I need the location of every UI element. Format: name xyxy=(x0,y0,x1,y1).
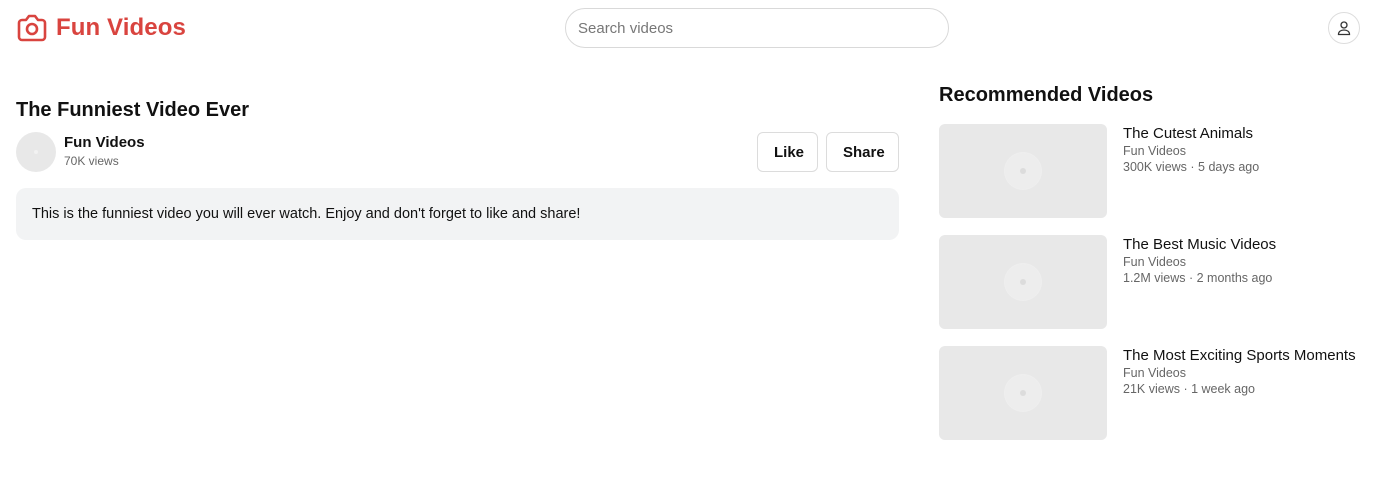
video-meta-row: Fun Videos 70K views Like Share xyxy=(16,132,899,172)
channel-avatar[interactable] xyxy=(16,132,56,172)
video-description: This is the funniest video you will ever… xyxy=(16,188,899,240)
recommended-channel: Fun Videos xyxy=(1123,366,1187,380)
recommended-channel: Fun Videos xyxy=(1123,144,1187,158)
video-title: The Funniest Video Ever xyxy=(16,99,250,121)
user-account-button[interactable] xyxy=(1328,12,1360,44)
brand-logo[interactable]: Fun Videos xyxy=(16,13,186,43)
camera-icon xyxy=(16,13,48,43)
video-thumbnail[interactable] xyxy=(939,124,1107,218)
video-main: The Funniest Video Ever Fun Videos 70K v… xyxy=(16,96,899,240)
recommended-channel: Fun Videos xyxy=(1123,255,1187,269)
sidebar-heading: Recommended Videos xyxy=(939,84,1154,106)
video-actions: Like Share xyxy=(757,132,899,172)
recommended-stats: 21K views · 1 week ago xyxy=(1123,382,1256,396)
brand-name: Fun Videos xyxy=(56,14,186,41)
like-button[interactable]: Like xyxy=(757,132,818,172)
recommended-title[interactable]: The Most Exciting Sports Moments xyxy=(1123,347,1356,364)
top-header: Fun Videos xyxy=(0,0,1376,56)
recommended-video-item[interactable]: The Cutest Animals Fun Videos 300K views… xyxy=(939,124,1364,218)
channel-name[interactable]: Fun Videos xyxy=(64,134,145,151)
recommended-stats: 300K views · 5 days ago xyxy=(1123,160,1260,174)
video-thumbnail[interactable] xyxy=(939,235,1107,329)
recommended-video-item[interactable]: The Most Exciting Sports Moments Fun Vid… xyxy=(939,346,1364,440)
recommended-title[interactable]: The Best Music Videos xyxy=(1123,236,1276,253)
recommended-list: The Cutest Animals Fun Videos 300K views… xyxy=(939,124,1364,440)
share-button[interactable]: Share xyxy=(826,132,899,172)
recommended-video-item[interactable]: The Best Music Videos Fun Videos 1.2M vi… xyxy=(939,235,1364,329)
video-thumbnail[interactable] xyxy=(939,346,1107,440)
recommended-title[interactable]: The Cutest Animals xyxy=(1123,125,1253,142)
recommended-stats: 1.2M views · 2 months ago xyxy=(1123,271,1273,285)
search-input[interactable] xyxy=(565,8,949,48)
recommended-sidebar: Recommended Videos The Cutest Animals Fu… xyxy=(939,82,1364,457)
user-icon xyxy=(1336,20,1352,36)
description-text: This is the funniest video you will ever… xyxy=(32,206,581,222)
view-count: 70K views xyxy=(64,154,119,168)
